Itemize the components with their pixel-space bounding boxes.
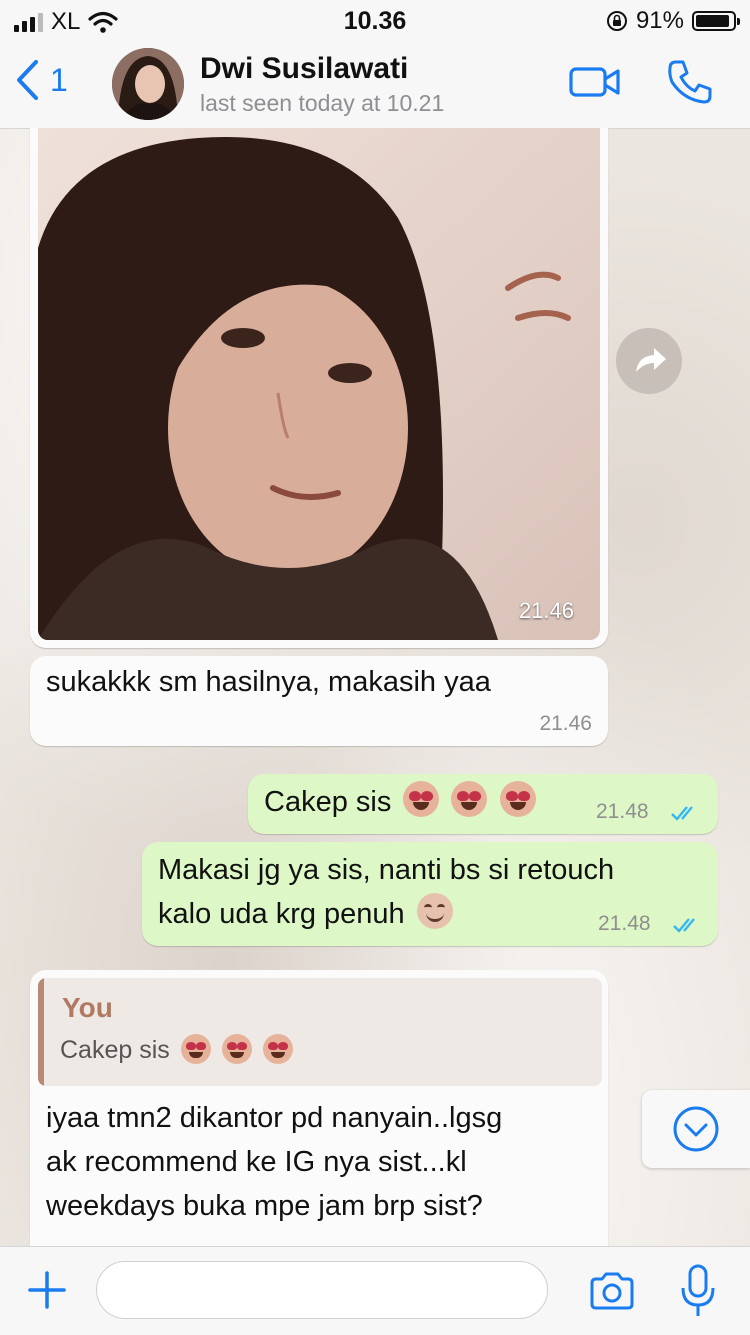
unread-count: 1 [50,61,68,98]
outgoing-message[interactable]: Cakep sis 21.48 [248,774,718,834]
message-input[interactable] [96,1261,548,1319]
battery-percent: 91% [635,7,684,34]
heart-eyes-emoji [451,781,488,817]
heart-eyes-emoji [403,781,440,817]
message-text: Cakep sis [264,786,392,818]
message-time: 21.46 [539,712,592,735]
plus-icon[interactable] [26,1269,68,1311]
read-ticks-icon [671,806,693,821]
message-text: Makasi jg ya sis, nanti bs si retouch ka… [158,854,615,930]
video-call-icon[interactable] [568,62,622,102]
orientation-lock-icon [606,11,627,31]
read-ticks-icon [673,918,695,933]
outgoing-message[interactable]: Makasi jg ya sis, nanti bs si retouch ka… [142,842,718,946]
quoted-message[interactable]: You Cakep sis [38,978,602,1086]
back-button[interactable]: 1 [14,58,68,102]
status-bar: XL 10.36 91% [0,0,750,40]
quote-text: Cakep sis [60,1036,170,1064]
quote-bar [38,978,44,1086]
battery-icon [692,11,740,31]
heart-eyes-emoji [221,1034,252,1064]
avatar[interactable] [112,48,184,120]
camera-icon[interactable] [588,1271,636,1311]
forward-arrow-icon [636,348,666,372]
message-text: iyaa tmn2 dikantor pd nanyain..lgsg ak r… [46,1102,503,1222]
microphone-icon[interactable] [680,1263,716,1319]
forward-button[interactable] [616,328,682,394]
message-time: 21.48 [596,800,649,823]
message-composer [0,1246,750,1335]
message-time: 21.48 [598,912,651,935]
contact-name[interactable]: Dwi Susilawati [200,52,408,86]
heart-eyes-emoji [499,781,536,817]
photo[interactable]: 21.46 [38,128,600,640]
message-time: 21.46 [518,598,574,623]
smile-emoji [416,893,453,929]
chevron-down-icon [673,1106,719,1152]
last-seen-status: last seen today at 10.21 [200,90,445,116]
phone-call-icon[interactable] [664,56,716,108]
heart-eyes-emoji [180,1034,211,1064]
chevron-left-icon [17,60,38,100]
incoming-message[interactable]: sukakkk sm hasilnya, makasih yaa 21.46 [30,656,608,746]
image-message[interactable]: 21.46 [30,128,608,648]
quote-author: You [62,992,113,1023]
scroll-to-bottom-button[interactable] [642,1090,750,1168]
message-text: sukakkk sm hasilnya, makasih yaa [46,666,491,698]
chat-header: 1 Dwi Susilawati last seen today at 10.2… [0,40,750,129]
heart-eyes-emoji [262,1034,293,1064]
